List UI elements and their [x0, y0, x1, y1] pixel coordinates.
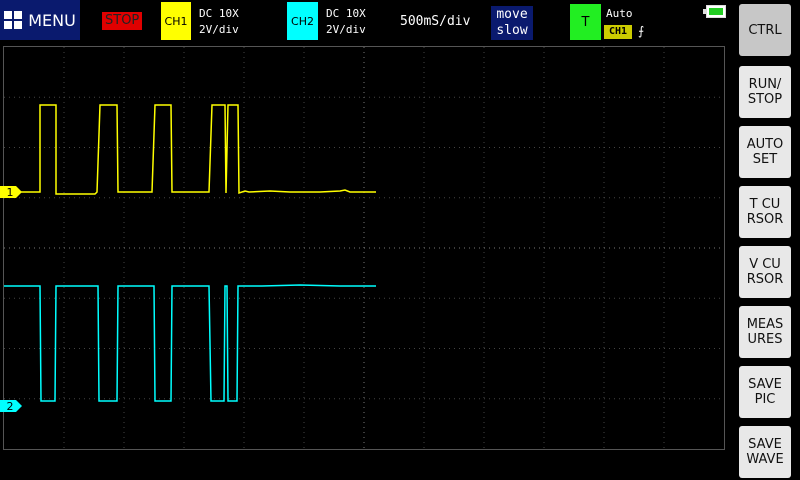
trigger-mode: Auto [606, 7, 633, 20]
ch2-marker-label: 2 [7, 400, 14, 413]
move-label: move [496, 7, 528, 22]
ch2-waveform [4, 284, 376, 402]
ch2-scale: 2V/div [326, 23, 366, 36]
run-stop-button[interactable]: RUN/ STOP [739, 66, 791, 118]
menu-button[interactable]: MENU [0, 0, 80, 40]
ch1-coupling: DC 10X [199, 7, 239, 20]
save-wave-button[interactable]: SAVE WAVE [739, 426, 791, 478]
ctrl-button[interactable]: CTRL [739, 4, 791, 56]
waveform-display[interactable]: 1 2 [0, 43, 728, 451]
ch1-badge[interactable]: CH1 [161, 2, 191, 40]
trigger-badge[interactable]: T [570, 4, 601, 40]
battery-icon [703, 5, 726, 18]
ch2-marker[interactable]: 2 [0, 400, 22, 413]
menu-label: MENU [28, 10, 76, 30]
ch1-marker[interactable]: 1 [0, 186, 22, 199]
move-speed-button[interactable]: move slow [491, 6, 533, 40]
trigger-source: CH1 [604, 25, 632, 39]
save-pic-button[interactable]: SAVE PIC [739, 366, 791, 418]
ch2-badge[interactable]: CH2 [287, 2, 318, 40]
ch1-waveform [4, 104, 376, 195]
ch1-marker-label: 1 [7, 186, 14, 199]
time-cursor-button[interactable]: T CU RSOR [739, 186, 791, 238]
auto-set-button[interactable]: AUTO SET [739, 126, 791, 178]
grid-menu-icon [4, 11, 23, 29]
ch2-coupling: DC 10X [326, 7, 366, 20]
graticule [4, 47, 724, 449]
ch1-scale: 2V/div [199, 23, 239, 36]
measures-button[interactable]: MEAS URES [739, 306, 791, 358]
timebase-label[interactable]: 500mS/div [400, 14, 470, 29]
voltage-cursor-button[interactable]: V CU RSOR [739, 246, 791, 298]
run-state-badge[interactable]: STOP [102, 12, 143, 30]
move-speed: slow [496, 23, 528, 38]
ch2-settings[interactable]: DC 10X 2V/div [326, 6, 366, 38]
ch1-settings[interactable]: DC 10X 2V/div [199, 6, 239, 38]
rising-edge-icon: ⨍ [638, 24, 645, 38]
